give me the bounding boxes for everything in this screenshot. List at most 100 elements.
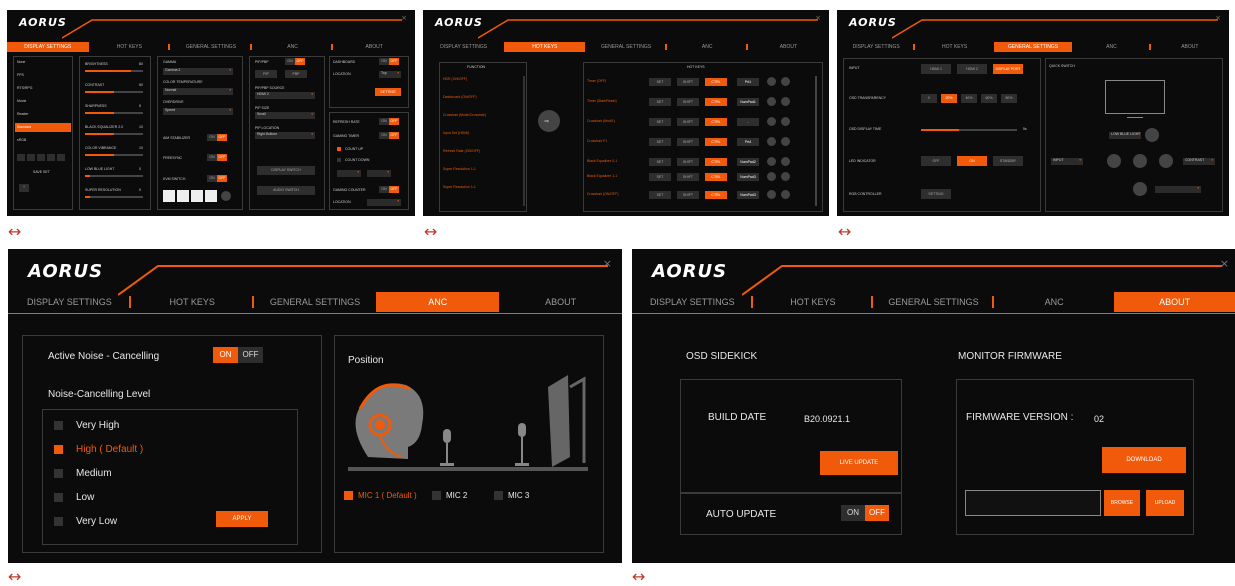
- tab-about[interactable]: ABOUT: [499, 292, 622, 312]
- set-button[interactable]: SET: [649, 118, 671, 126]
- quick-top-button[interactable]: [1145, 128, 1159, 142]
- function-item[interactable]: Input Set (HDMI): [443, 131, 469, 135]
- tab-hot-keys[interactable]: HOT KEYS: [504, 42, 586, 52]
- quick-bottom-dropdown[interactable]: [1155, 186, 1201, 193]
- sharpness-slider[interactable]: [85, 112, 143, 114]
- expand-arrow-2[interactable]: ↔: [424, 224, 437, 240]
- pip-size-dropdown[interactable]: Small: [255, 112, 315, 119]
- set-button[interactable]: SET: [649, 191, 671, 199]
- level-checkbox-low[interactable]: [54, 493, 63, 502]
- close-icon[interactable]: ×: [603, 257, 612, 270]
- sidebar-item-standard[interactable]: Standard: [15, 123, 71, 132]
- dashboard-on[interactable]: ON: [379, 58, 389, 65]
- key-field[interactable]: NumPad3: [737, 173, 759, 181]
- sidebar-item-none[interactable]: None: [17, 60, 25, 64]
- upload-button[interactable]: UPLOAD: [1146, 490, 1184, 516]
- close-icon[interactable]: ×: [815, 14, 821, 22]
- led-standby[interactable]: STANDBY: [993, 156, 1023, 166]
- tab-display-settings[interactable]: DISPLAY SETTINGS: [423, 42, 504, 52]
- mic3-checkbox[interactable]: [494, 491, 503, 500]
- tab-display-settings[interactable]: DISPLAY SETTINGS: [8, 292, 131, 312]
- pip-location-dropdown[interactable]: Right Bottom: [255, 132, 315, 139]
- custom-slot-1[interactable]: [17, 154, 25, 161]
- key-field[interactable]: NumPad1: [737, 98, 759, 106]
- pip-button[interactable]: PIP: [255, 70, 277, 78]
- rgb-setting-button[interactable]: SETTING: [921, 189, 951, 199]
- shift-button[interactable]: SHIFT: [677, 118, 699, 126]
- overdrive-dropdown[interactable]: Speed: [163, 108, 233, 115]
- row-dot[interactable]: [781, 77, 790, 86]
- pip-source-dropdown[interactable]: HDMI 2: [255, 92, 315, 99]
- gaming-timer-on[interactable]: ON: [379, 132, 389, 139]
- expand-arrow-3[interactable]: ↔: [838, 224, 851, 240]
- level-high-label[interactable]: High ( Default ): [76, 444, 143, 455]
- quick-top-dropdown[interactable]: LOW BLUE LIGHT: [1109, 132, 1141, 139]
- set-button[interactable]: SET: [649, 98, 671, 106]
- tab-anc[interactable]: ANC: [994, 292, 1115, 312]
- level-very-low-label[interactable]: Very Low: [76, 516, 117, 527]
- osd-display-time-slider[interactable]: [921, 129, 1017, 131]
- quick-center-button[interactable]: [1133, 154, 1147, 168]
- audio-switch-button[interactable]: AUDIO SWITCH: [257, 186, 315, 195]
- row-dot[interactable]: [781, 157, 790, 166]
- shift-button[interactable]: SHIFT: [677, 191, 699, 199]
- function-item[interactable]: Dashboard (ON/OFF): [443, 95, 477, 99]
- shift-button[interactable]: SHIFT: [677, 138, 699, 146]
- row-dot[interactable]: [781, 172, 790, 181]
- shift-button[interactable]: SHIFT: [677, 78, 699, 86]
- pip-on[interactable]: ON: [285, 58, 295, 65]
- kvm-switch-on[interactable]: ON: [207, 175, 217, 182]
- row-dot[interactable]: [767, 97, 776, 106]
- refresh-rate-on[interactable]: ON: [379, 118, 389, 125]
- quick-left-dropdown[interactable]: INPUT: [1051, 158, 1083, 165]
- expand-arrow-4[interactable]: ↔: [8, 569, 21, 585]
- tab-general-settings[interactable]: GENERAL SETTINGS: [873, 292, 994, 312]
- color-swatch-3[interactable]: [191, 190, 203, 202]
- row-dot[interactable]: [767, 190, 776, 199]
- custom-slot-3[interactable]: [37, 154, 45, 161]
- level-medium-label[interactable]: Medium: [76, 468, 112, 479]
- level-checkbox-medium[interactable]: [54, 469, 63, 478]
- black-equalizer-slider[interactable]: [85, 133, 143, 135]
- set-button[interactable]: SET: [649, 138, 671, 146]
- hot-keys-scrollbar[interactable]: [815, 76, 817, 206]
- tab-display-settings[interactable]: DISPLAY SETTINGS: [632, 292, 753, 312]
- color-vibrance-slider[interactable]: [85, 154, 143, 156]
- led-on[interactable]: ON: [957, 156, 987, 166]
- gaming-timer-off[interactable]: OFF: [389, 132, 399, 139]
- transparency-option[interactable]: 0: [921, 94, 937, 103]
- shift-button[interactable]: SHIFT: [677, 98, 699, 106]
- custom-slot-5[interactable]: [57, 154, 65, 161]
- function-item[interactable]: Refresh Rate (ON/OFF): [443, 149, 480, 153]
- key-field[interactable]: NumPad2: [737, 158, 759, 166]
- mic3-label[interactable]: MIC 3: [508, 491, 529, 500]
- mic1-label[interactable]: MIC 1 ( Default ): [358, 491, 417, 500]
- tab-general-settings[interactable]: GENERAL SETTINGS: [585, 42, 667, 52]
- mic2-label[interactable]: MIC 2: [446, 491, 467, 500]
- auto-update-off[interactable]: OFF: [865, 505, 889, 521]
- shift-button[interactable]: SHIFT: [677, 158, 699, 166]
- row-dot[interactable]: [767, 157, 776, 166]
- tab-hot-keys[interactable]: HOT KEYS: [753, 292, 874, 312]
- row-dot[interactable]: [767, 77, 776, 86]
- counter-location-dropdown[interactable]: [367, 199, 401, 206]
- color-reset-dot[interactable]: [221, 191, 231, 201]
- contrast-slider[interactable]: [85, 91, 143, 93]
- function-scrollbar[interactable]: [523, 76, 525, 206]
- browse-button[interactable]: BROWSE: [1104, 490, 1140, 516]
- row-dot[interactable]: [781, 190, 790, 199]
- anc-off-button[interactable]: OFF: [238, 347, 263, 363]
- sidebar-item-srgb[interactable]: sRGB: [17, 138, 26, 142]
- ctrl-button[interactable]: CTRL: [705, 158, 727, 166]
- sidebar-item-reader[interactable]: Reader: [17, 112, 28, 116]
- firmware-file-field[interactable]: [965, 490, 1101, 516]
- save-set-button[interactable]: +: [19, 184, 29, 192]
- brightness-slider[interactable]: [85, 70, 143, 72]
- kvm-switch-off[interactable]: OFF: [217, 175, 227, 182]
- count-up-checkbox[interactable]: [337, 147, 341, 151]
- dashboard-setting-button[interactable]: SETTING: [375, 88, 401, 96]
- tab-general-settings[interactable]: GENERAL SETTINGS: [170, 42, 252, 52]
- key-field[interactable]: Prt1: [737, 78, 759, 86]
- level-checkbox-very-low[interactable]: [54, 517, 63, 526]
- freesync-off[interactable]: OFF: [217, 154, 227, 161]
